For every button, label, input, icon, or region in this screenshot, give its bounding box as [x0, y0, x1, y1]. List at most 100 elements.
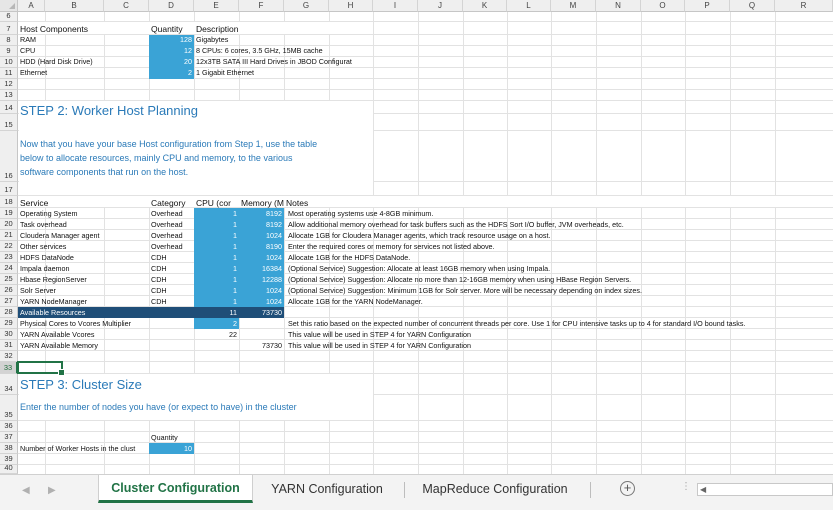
available-memory[interactable]: 73730 — [239, 308, 284, 318]
tab-cluster-configuration[interactable]: Cluster Configuration — [98, 475, 253, 503]
row-header[interactable]: 7 — [0, 22, 18, 35]
service-cpu[interactable]: 1 — [194, 242, 239, 252]
service-note[interactable]: Allocate 1GB for Cloudera Manager agents… — [286, 231, 833, 241]
spreadsheet-grid[interactable]: A B C D E F G H I J K L M N O P Q R 6 7 … — [0, 0, 833, 474]
row-header[interactable]: 27 — [0, 296, 18, 307]
service-name[interactable]: Hbase RegionServer — [18, 275, 149, 285]
worker-hosts-label[interactable]: Number of Worker Hosts in the clust — [18, 444, 149, 454]
column-header-e[interactable]: E — [194, 0, 239, 12]
step3-title[interactable]: STEP 3: Cluster Size — [20, 377, 142, 392]
host-component-desc[interactable]: 1 Gigabit Ethernet — [194, 68, 373, 78]
service-note[interactable]: Allow additional memory overhead for tas… — [286, 220, 833, 230]
row-header[interactable]: 20 — [0, 219, 18, 230]
step2-description-line[interactable]: software components that run on the host… — [20, 165, 188, 179]
row-header[interactable]: 31 — [0, 340, 18, 351]
service-memory[interactable]: 1024 — [239, 253, 284, 263]
host-component-desc[interactable]: 12x3TB SATA III Hard Drives in JBOD Conf… — [194, 57, 373, 67]
row-header[interactable]: 12 — [0, 79, 18, 90]
service-category[interactable]: Overhead — [149, 231, 194, 241]
host-component-name[interactable]: CPU — [18, 46, 148, 56]
row-header[interactable]: 6 — [0, 11, 18, 22]
service-memory[interactable]: 8190 — [239, 242, 284, 252]
tab-yarn-configuration[interactable]: YARN Configuration — [256, 475, 398, 503]
service-cpu[interactable]: 1 — [194, 275, 239, 285]
service-memory[interactable]: 8192 — [239, 220, 284, 230]
row-header[interactable]: 9 — [0, 46, 18, 57]
host-component-name[interactable]: RAM — [18, 35, 148, 45]
service-cpu[interactable]: 1 — [194, 231, 239, 241]
service-category[interactable]: Overhead — [149, 220, 194, 230]
column-header-i[interactable]: I — [373, 0, 418, 12]
service-note[interactable]: Allocate 1GB for the YARN NodeManager. — [286, 297, 833, 307]
service-name[interactable]: YARN NodeManager — [18, 297, 149, 307]
column-header-r[interactable]: R — [775, 0, 833, 12]
service-cpu[interactable]: 1 — [194, 253, 239, 263]
host-component-qty[interactable]: 128 — [149, 35, 194, 46]
scroll-tabs-right-icon[interactable]: ▶ — [48, 485, 56, 496]
service-category[interactable]: Overhead — [149, 242, 194, 252]
host-component-qty[interactable]: 2 — [149, 68, 194, 79]
service-memory[interactable]: 12288 — [239, 275, 284, 285]
column-header-b[interactable]: B — [45, 0, 104, 12]
service-category[interactable]: CDH — [149, 253, 194, 263]
service-name[interactable]: Solr Server — [18, 286, 149, 296]
multiplier-note[interactable]: Set this ratio based on the expected num… — [286, 319, 833, 329]
service-category[interactable]: Overhead — [149, 209, 194, 219]
service-note[interactable]: (Optional Service) Suggestion: Allocate … — [286, 264, 833, 274]
service-name[interactable]: Task overhead — [18, 220, 149, 230]
service-name[interactable]: Operating System — [18, 209, 149, 219]
row-header[interactable]: 26 — [0, 285, 18, 296]
service-note[interactable]: (Optional Service) Suggestion: Allocate … — [286, 275, 833, 285]
column-header-q[interactable]: Q — [730, 0, 775, 12]
service-category[interactable]: CDH — [149, 275, 194, 285]
row-header[interactable]: 37 — [0, 432, 18, 443]
service-note[interactable]: (Optional Service) Suggestion: Minimum 1… — [286, 286, 833, 296]
service-cpu[interactable]: 1 — [194, 220, 239, 230]
row-header[interactable]: 22 — [0, 241, 18, 252]
column-header-l[interactable]: L — [507, 0, 551, 12]
row-header[interactable]: 15 — [0, 114, 18, 131]
tab-mapreduce-configuration[interactable]: MapReduce Configuration — [408, 475, 582, 503]
host-component-name[interactable]: Ethernet — [18, 68, 148, 78]
row-header[interactable]: 18 — [0, 196, 18, 208]
row-header[interactable]: 14 — [0, 101, 18, 114]
worker-quantity-header[interactable]: Quantity — [149, 433, 194, 443]
column-header-m[interactable]: M — [551, 0, 596, 12]
column-header-o[interactable]: O — [641, 0, 685, 12]
more-options-icon[interactable]: ⋯ — [680, 481, 691, 491]
row-header[interactable]: 28 — [0, 307, 18, 318]
row-header[interactable]: 29 — [0, 318, 18, 329]
step2-description-line[interactable]: Now that you have your base Host configu… — [20, 137, 317, 151]
service-note[interactable]: Allocate 1GB for the HDFS DataNode. — [286, 253, 833, 263]
description-header[interactable]: Description — [194, 24, 344, 34]
memory-label[interactable]: YARN Available Memory — [18, 341, 149, 351]
service-name[interactable]: HDFS DataNode — [18, 253, 149, 263]
host-component-desc[interactable]: 8 CPUs: 6 cores, 3.5 GHz, 15MB cache — [194, 46, 373, 56]
row-header[interactable]: 32 — [0, 351, 18, 362]
row-header[interactable]: 38 — [0, 443, 18, 454]
scroll-left-icon[interactable]: ◀ — [700, 485, 706, 494]
row-header[interactable]: 34 — [0, 374, 18, 395]
column-header-d[interactable]: D — [149, 0, 194, 12]
row-header[interactable]: 21 — [0, 230, 18, 241]
worker-hosts-input[interactable]: 10 — [149, 443, 194, 454]
row-header-selected[interactable]: 33 — [0, 362, 18, 374]
row-header[interactable]: 24 — [0, 263, 18, 274]
host-component-desc[interactable]: Gigabytes — [194, 35, 373, 45]
service-category[interactable]: CDH — [149, 286, 194, 296]
add-sheet-button[interactable]: + — [620, 481, 635, 496]
step2-description-line[interactable]: below to allocate resources, mainly CPU … — [20, 151, 292, 165]
service-cpu[interactable]: 1 — [194, 297, 239, 307]
row-header[interactable]: 30 — [0, 329, 18, 340]
multiplier-label[interactable]: Physical Cores to Vcores Multiplier — [18, 319, 149, 329]
available-resources-label[interactable]: Available Resources — [18, 308, 149, 318]
category-header[interactable]: Category — [149, 198, 194, 208]
row-header[interactable]: 8 — [0, 35, 18, 46]
memory-value[interactable]: 73730 — [239, 341, 284, 351]
row-header[interactable]: 35 — [0, 395, 18, 421]
column-header-n[interactable]: N — [596, 0, 641, 12]
row-header[interactable]: 23 — [0, 252, 18, 263]
column-header-h[interactable]: H — [329, 0, 373, 12]
service-memory[interactable]: 16384 — [239, 264, 284, 274]
service-memory[interactable]: 1024 — [239, 231, 284, 241]
